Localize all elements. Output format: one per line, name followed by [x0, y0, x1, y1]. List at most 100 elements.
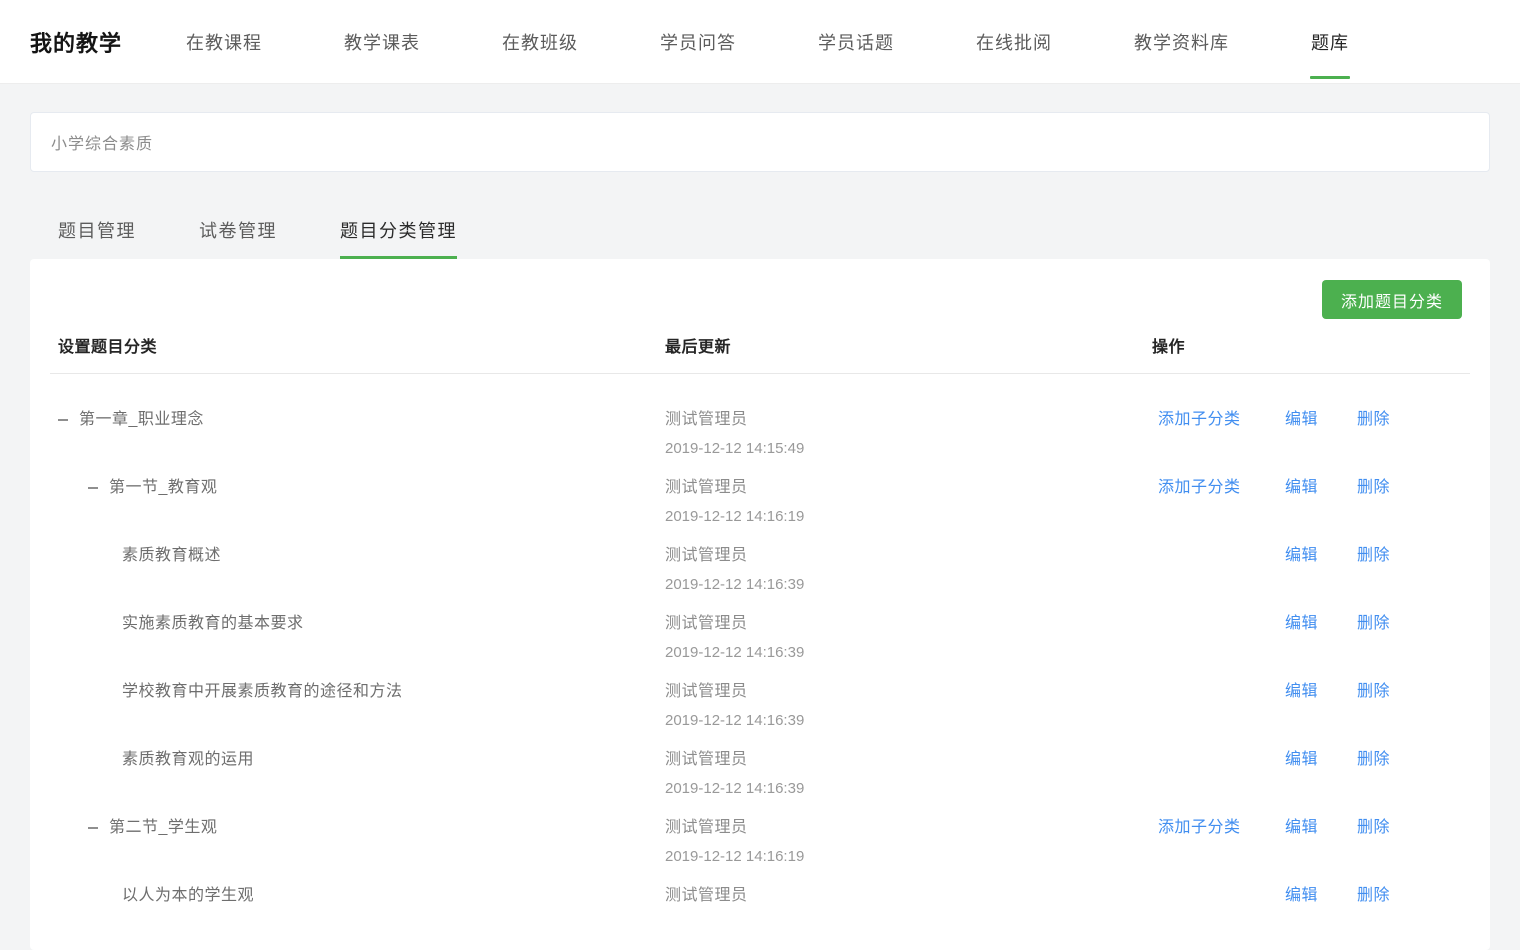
delete-link[interactable]: 删除	[1357, 750, 1390, 769]
category-name-cell: 实施素质教育的基本要求	[58, 610, 665, 633]
category-name-cell: 学校教育中开展素质教育的途径和方法	[58, 678, 665, 701]
tab[interactable]: 题目分类管理	[340, 172, 457, 259]
nav-tab[interactable]: 教学资料库	[1134, 0, 1229, 83]
course-title-box: 小学综合素质	[30, 112, 1490, 172]
edit-link[interactable]: 编辑	[1285, 682, 1318, 701]
last-update-cell: 测试管理员 2019-12-12 14:16:39	[665, 542, 1152, 594]
updated-by: 测试管理员	[665, 886, 1152, 905]
category-name: 素质教育观的运用	[122, 750, 254, 769]
actions-cell: 编辑 删除	[1152, 746, 1462, 769]
category-name-cell: 第一章_职业理念	[58, 406, 665, 429]
page-body: 小学综合素质 题目管理试卷管理题目分类管理 添加题目分类 设置题目分类 最后更新…	[0, 84, 1520, 950]
edit-link[interactable]: 编辑	[1285, 410, 1318, 429]
category-name-cell: 素质教育概述	[58, 542, 665, 565]
updated-at: 2019-12-12 14:16:39	[665, 644, 1152, 662]
add-question-category-button[interactable]: 添加题目分类	[1322, 280, 1462, 319]
table-row: 学校教育中开展素质教育的途径和方法 测试管理员 2019-12-12 14:16:3…	[58, 678, 1462, 746]
column-header-actions: 操作	[1152, 333, 1462, 357]
updated-by: 测试管理员	[665, 614, 1152, 633]
delete-link[interactable]: 删除	[1357, 410, 1390, 429]
nav-tab[interactable]: 在教班级	[502, 0, 578, 83]
nav-tab[interactable]: 学员话题	[818, 0, 894, 83]
edit-link[interactable]: 编辑	[1285, 614, 1318, 633]
top-navbar: 我的教学 在教课程 教学课表 在教班级 学员问答 学员话题 在线批阅 教学资料库题库	[0, 0, 1520, 84]
panel-toolbar: 添加题目分类	[58, 259, 1462, 319]
add-subcategory-link[interactable]: 添加子分类	[1158, 478, 1248, 497]
actions-cell: 编辑 删除	[1152, 678, 1462, 701]
course-title: 小学综合素质	[51, 130, 153, 154]
main-nav: 在教课程 教学课表 在教班级 学员问答 学员话题 在线批阅 教学资料库题库	[186, 0, 1349, 83]
actions-cell: 添加子分类 编辑 删除	[1152, 814, 1462, 837]
updated-by: 测试管理员	[665, 478, 1152, 497]
updated-by: 测试管理员	[665, 750, 1152, 769]
delete-link[interactable]: 删除	[1357, 478, 1390, 497]
tab[interactable]: 题目管理	[58, 172, 136, 259]
last-update-cell: 测试管理员 2019-12-12 14:16:19	[665, 474, 1152, 526]
table-row: 第二节_学生观 测试管理员 2019-12-12 14:16:19 添加子分类 编辑 删除	[58, 814, 1462, 882]
category-name: 学校教育中开展素质教育的途径和方法	[122, 682, 403, 701]
edit-link[interactable]: 编辑	[1285, 478, 1318, 497]
last-update-cell: 测试管理员 2019-12-12 14:15:49	[665, 406, 1152, 458]
table-row: 素质教育观的运用 测试管理员2019-12-12 14:16:39 编辑 删除	[58, 746, 1462, 814]
actions-cell: 编辑 删除	[1152, 610, 1462, 633]
last-update-cell: 测试管理员 2019-12-12 14:16:39	[665, 678, 1152, 730]
edit-link[interactable]: 编辑	[1285, 750, 1318, 769]
sub-tabs: 题目管理试卷管理题目分类管理	[30, 172, 1490, 259]
actions-cell: 编辑 删除	[1152, 542, 1462, 565]
updated-by: 测试管理员	[665, 410, 1152, 429]
content-panel: 添加题目分类 设置题目分类 最后更新 操作 第一章_职业理念测试管理员2019-…	[30, 259, 1490, 950]
app-title: 我的教学	[30, 26, 122, 58]
collapse-minus-icon[interactable]	[58, 419, 68, 421]
column-header-category: 设置题目分类	[58, 333, 665, 357]
nav-tab[interactable]: 在线批阅	[976, 0, 1052, 83]
category-name-cell: 第二节_学生观	[58, 814, 665, 837]
category-name: 以人为本的学生观	[122, 886, 254, 905]
category-name: 第一章_职业理念	[79, 410, 204, 429]
delete-link[interactable]: 删除	[1357, 614, 1390, 633]
edit-link[interactable]: 编辑	[1285, 546, 1318, 565]
collapse-minus-icon[interactable]	[88, 487, 98, 489]
updated-by: 测试管理员	[665, 546, 1152, 565]
edit-link[interactable]: 编辑	[1285, 886, 1318, 905]
last-update-cell: 测试管理员 2019-12-12 14:16:19	[665, 814, 1152, 866]
last-update-cell: 测试管理员	[665, 882, 1152, 916]
updated-at: 2019-12-12 14:16:39	[665, 712, 1152, 730]
delete-link[interactable]: 删除	[1357, 886, 1390, 905]
updated-at: 2019-12-12 14:16:39	[665, 576, 1152, 594]
add-subcategory-link[interactable]: 添加子分类	[1158, 818, 1248, 837]
category-name: 第一节_教育观	[109, 478, 217, 497]
updated-at: 2019-12-12 14:16:19	[665, 848, 1152, 866]
nav-tab[interactable]: 教学课表	[344, 0, 420, 83]
nav-tab[interactable]: 题库	[1311, 0, 1349, 83]
updated-by: 测试管理员	[665, 818, 1152, 837]
table-row: 素质教育概述测试管理员 2019-12-12 14:16:39 编辑 删除	[58, 542, 1462, 610]
actions-cell: 编辑 删除	[1152, 882, 1462, 905]
delete-link[interactable]: 删除	[1357, 682, 1390, 701]
table-header-row: 设置题目分类 最后更新 操作	[58, 319, 1462, 373]
category-tree-table: 第一章_职业理念测试管理员2019-12-12 14:15:49添加子分类编辑删…	[58, 374, 1462, 950]
add-subcategory-link[interactable]: 添加子分类	[1158, 410, 1248, 429]
category-name-cell: 素质教育观的运用	[58, 746, 665, 769]
category-name-cell: 第一节_教育观	[58, 474, 665, 497]
category-name: 实施素质教育的基本要求	[122, 614, 304, 633]
table-row: 实施素质教育的基本要求 测试管理员 2019-12-12 14:16:39 编辑 删除	[58, 610, 1462, 678]
updated-at: 2019-12-12 14:15:49	[665, 440, 1152, 458]
category-name-cell: 以人为本的学生观	[58, 882, 665, 905]
tab[interactable]: 试卷管理	[199, 172, 277, 259]
nav-tab[interactable]: 在教课程	[186, 0, 262, 83]
nav-tab[interactable]: 学员问答	[660, 0, 736, 83]
column-header-last-update: 最后更新	[665, 333, 1152, 357]
last-update-cell: 测试管理员 2019-12-12 14:16:39	[665, 610, 1152, 662]
delete-link[interactable]: 删除	[1357, 546, 1390, 565]
table-row: 第一节_教育观 测试管理员 2019-12-12 14:16:19 添加子分类 编辑 删除	[58, 474, 1462, 542]
edit-link[interactable]: 编辑	[1285, 818, 1318, 837]
last-update-cell: 测试管理员2019-12-12 14:16:39	[665, 746, 1152, 798]
collapse-minus-icon[interactable]	[88, 827, 98, 829]
actions-cell: 添加子分类 编辑 删除	[1152, 474, 1462, 497]
updated-by: 测试管理员	[665, 682, 1152, 701]
table-row: 以人为本的学生观 测试管理员 编辑 删除	[58, 882, 1462, 950]
delete-link[interactable]: 删除	[1357, 818, 1390, 837]
category-name: 第二节_学生观	[109, 818, 217, 837]
updated-at: 2019-12-12 14:16:19	[665, 508, 1152, 526]
table-row: 第一章_职业理念 测试管理员 2019-12-12 14:15:49 添加子分类 编辑 删…	[58, 406, 1462, 474]
